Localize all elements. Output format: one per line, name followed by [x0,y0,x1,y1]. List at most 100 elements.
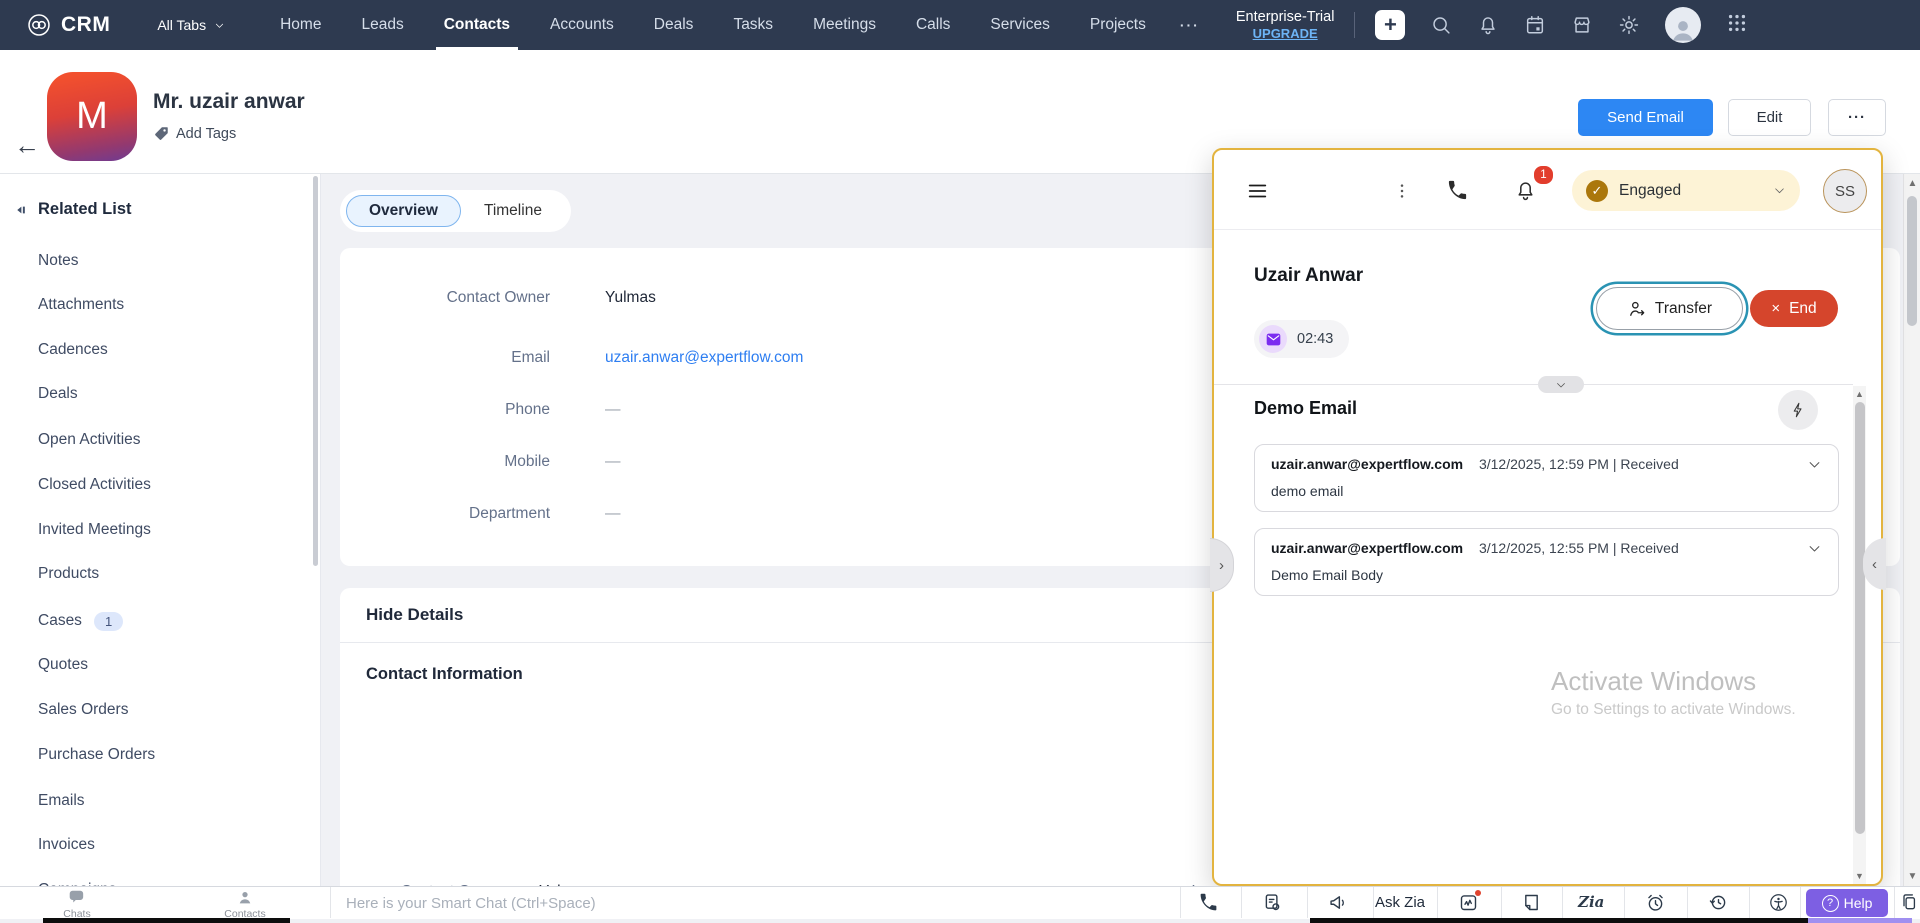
sidebar-item-label: Invited Meetings [38,521,151,539]
upgrade-link[interactable]: UPGRADE [1236,26,1335,42]
collapse-section-button[interactable] [1538,376,1584,393]
tab-timeline[interactable]: Timeline [461,195,565,227]
contact-avatar[interactable]: M [47,72,137,161]
tab-overview[interactable]: Overview [346,195,461,227]
apps-grid-icon[interactable] [1726,12,1748,39]
email-card[interactable]: uzair.anwar@expertflow.com 3/12/2025, 12… [1254,444,1839,512]
sidebar-item-invited-meetings[interactable]: Invited Meetings [38,519,151,541]
nav-divider [1354,12,1355,38]
crm-logo[interactable]: CRM [26,12,110,38]
agent-status-dropdown[interactable]: ✓ Engaged [1572,170,1800,211]
tab-tasks[interactable]: Tasks [713,0,793,50]
taskbar-strip [43,918,290,923]
scroll-up-icon[interactable]: ▲ [1853,389,1866,399]
sidebar-item-campaigns[interactable]: Campaigns [38,879,116,886]
marketplace-icon[interactable] [1571,14,1593,36]
expand-email-chevron[interactable] [1807,457,1822,472]
end-call-button[interactable]: × End [1750,290,1838,327]
divider [1749,887,1750,918]
sidebar-item-quotes[interactable]: Quotes [38,654,88,676]
sidebar-item-label: Quotes [38,656,88,674]
section-title: Contact Information [366,665,523,684]
sidebar-item-deals[interactable]: Deals [38,383,78,405]
status-label: Engaged [1619,182,1681,200]
sidebar-item-emails[interactable]: Emails [38,790,85,812]
signals-icon[interactable] [1458,892,1479,913]
tab-contacts[interactable]: Contacts [424,0,530,50]
announcements-megaphone-icon[interactable] [1328,892,1349,913]
search-icon[interactable] [1430,14,1452,36]
edit-button[interactable]: Edit [1728,99,1811,136]
quick-actions-button[interactable] [1778,390,1818,430]
zia-signature-icon[interactable]: Zia [1578,893,1604,911]
scrollbar-thumb[interactable] [1855,402,1865,834]
more-actions-button[interactable]: ··· [1828,99,1886,136]
send-email-button[interactable]: Send Email [1578,99,1713,136]
field-value[interactable]: — [605,505,621,523]
sidebar-scrollbar[interactable] [313,176,318,566]
scrollbar-thumb[interactable] [1907,196,1917,326]
email-card[interactable]: uzair.anwar@expertflow.com 3/12/2025, 12… [1254,528,1839,596]
tab-deals[interactable]: Deals [634,0,714,50]
nav-more-tabs[interactable]: ··· [1166,17,1214,33]
sidebar-item-purchase-orders[interactable]: Purchase Orders [38,744,155,766]
create-button[interactable]: + [1375,10,1405,40]
panel-scrollbar[interactable]: ▲ ▼ [1853,386,1866,884]
smart-chat-input[interactable] [344,890,1168,917]
notes-icon[interactable] [1521,892,1542,913]
copy-clipboard-icon[interactable] [1899,892,1919,912]
tab-projects[interactable]: Projects [1070,0,1166,50]
chats-tab[interactable]: Chats [42,888,112,919]
sidebar-item-invoices[interactable]: Invoices [38,834,95,856]
transfer-button[interactable]: Transfer [1596,287,1743,330]
tab-leads[interactable]: Leads [341,0,423,50]
history-icon[interactable] [1708,892,1729,913]
scroll-up-icon[interactable]: ▲ [1904,178,1920,189]
email-body: demo email [1271,483,1343,499]
user-avatar[interactable] [1665,7,1701,43]
back-arrow-icon[interactable]: ← [14,132,40,158]
tab-home[interactable]: Home [260,0,341,50]
feedback-form-icon[interactable] [1262,892,1283,913]
reminders-alarm-icon[interactable] [1645,892,1666,913]
contacts-tab[interactable]: Contacts [210,888,280,919]
tab-calls[interactable]: Calls [896,0,970,50]
field-value[interactable]: — [605,453,621,471]
calendar-icon[interactable] [1524,14,1546,36]
accessibility-icon[interactable] [1768,892,1789,913]
page-scrollbar[interactable]: ▲ ▼ [1903,174,1920,886]
hide-details-toggle[interactable]: Hide Details [366,605,463,625]
sidebar-item-closed-activities[interactable]: Closed Activities [38,474,151,496]
sidebar-item-sales-orders[interactable]: Sales Orders [38,699,128,721]
phone-icon[interactable] [1446,179,1469,207]
scroll-down-icon[interactable]: ▼ [1904,871,1920,882]
tab-services[interactable]: Services [970,0,1069,50]
tab-accounts[interactable]: Accounts [530,0,634,50]
sidebar-item-cadences[interactable]: Cadences [38,339,108,361]
divider [1894,887,1895,918]
menu-hamburger-icon[interactable] [1245,180,1270,202]
phone-icon[interactable] [1198,892,1219,918]
field-value[interactable]: — [605,401,621,419]
notifications-bell-icon[interactable] [1477,14,1499,36]
all-tabs-dropdown[interactable]: All Tabs [144,11,238,39]
tab-meetings[interactable]: Meetings [793,0,896,50]
email-link[interactable]: uzair.anwar@expertflow.com [605,349,803,367]
scroll-down-icon[interactable]: ▼ [1853,871,1866,881]
sidebar-item-open-activities[interactable]: Open Activities [38,429,141,451]
sidebar-item-attachments[interactable]: Attachments [38,294,124,316]
field-value[interactable]: Yulmas [605,289,656,307]
sidebar-item-products[interactable]: Products [38,563,99,585]
view-tabs: Overview Timeline [340,190,571,232]
bottom-toolbar: Chats Contacts Ask Zia Zia ? Help [0,886,1920,919]
sidebar-item-cases[interactable]: Cases1 [38,610,123,632]
kebab-menu-icon[interactable] [1392,181,1412,206]
help-button[interactable]: ? Help [1806,889,1888,917]
agent-avatar[interactable]: SS [1823,169,1867,213]
settings-gear-icon[interactable] [1618,14,1640,36]
add-tags[interactable]: Add Tags [153,125,236,142]
expand-email-chevron[interactable] [1807,541,1822,556]
sidebar-item-notes[interactable]: Notes [38,250,79,272]
ask-zia-button[interactable]: Ask Zia [1375,894,1425,911]
related-list-header[interactable]: Related List [12,200,132,219]
